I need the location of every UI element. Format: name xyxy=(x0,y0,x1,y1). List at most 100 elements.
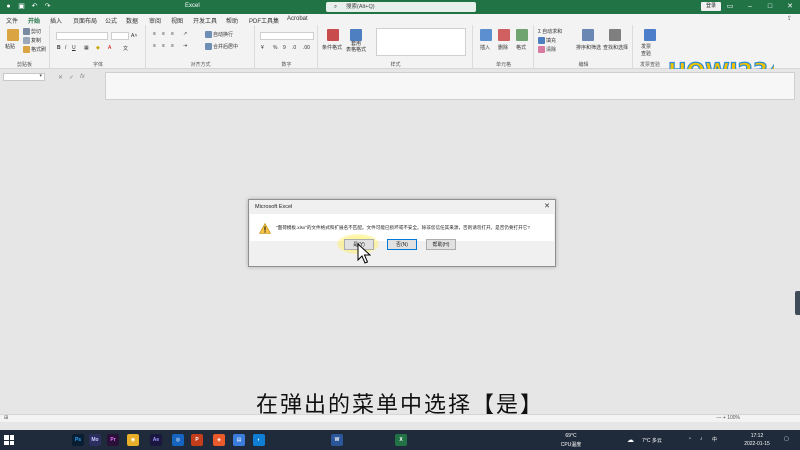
clock-date[interactable]: 2022-01-15 xyxy=(738,441,776,447)
merge-center-button[interactable]: 合并后居中 xyxy=(205,43,238,50)
italic-icon[interactable]: I xyxy=(65,45,66,51)
notification-icon[interactable]: ▢ xyxy=(784,436,789,442)
network-icon[interactable]: ◔ xyxy=(688,436,691,442)
tab-insert[interactable]: 插入 xyxy=(50,16,62,25)
taskbar-app-icon[interactable]: Mo xyxy=(89,434,101,446)
taskbar-app-icon[interactable]: Ae xyxy=(150,434,162,446)
invoice-label-1[interactable]: 发票 xyxy=(641,43,651,50)
font-name-select[interactable] xyxy=(56,32,108,40)
taskbar-app-icon[interactable]: Ps xyxy=(72,434,84,446)
font-size-select[interactable] xyxy=(111,32,129,40)
tab-acrobat[interactable]: Acrobat xyxy=(287,16,308,22)
format-cells-icon[interactable] xyxy=(516,29,528,41)
tab-view[interactable]: 视图 xyxy=(171,16,183,25)
taskbar-app-icon[interactable]: W xyxy=(331,434,343,446)
fill-color-icon[interactable]: ◆ xyxy=(96,45,100,51)
format-as-table-label-2[interactable]: 表格格式 xyxy=(346,46,366,53)
ribbon-display-icon[interactable]: ▭ xyxy=(720,0,740,14)
align-bottom-icon[interactable]: ≡ xyxy=(171,31,174,37)
conditional-format-button[interactable]: 条件格式 xyxy=(322,44,342,51)
taskbar-app-icon[interactable]: ◎ xyxy=(172,434,184,446)
phonetic-icon[interactable]: 文 xyxy=(123,45,128,52)
invoice-check-icon[interactable] xyxy=(644,29,656,41)
undo-icon[interactable]: ↶ xyxy=(30,2,39,11)
find-select-icon[interactable] xyxy=(609,29,621,41)
tab-developer[interactable]: 开发工具 xyxy=(193,16,217,25)
help-button[interactable]: 帮助(H) xyxy=(426,239,456,250)
align-middle-icon[interactable]: ≡ xyxy=(162,31,165,37)
insert-cells-icon[interactable] xyxy=(480,29,492,41)
conditional-format-icon[interactable] xyxy=(327,29,339,41)
autosum-button[interactable]: Σ 自动求和 xyxy=(538,28,562,36)
find-select-button[interactable]: 查找和选择 xyxy=(603,44,628,51)
bold-icon[interactable]: B xyxy=(57,45,61,51)
border-icon[interactable]: ▦ xyxy=(84,45,89,51)
formula-input[interactable] xyxy=(105,72,795,100)
tab-pdf-tools[interactable]: PDF工具集 xyxy=(249,16,279,25)
dialog-close-icon[interactable]: ✕ xyxy=(544,202,550,210)
orientation-icon[interactable]: ↗ xyxy=(183,31,187,37)
fx-icon[interactable]: fx xyxy=(80,74,85,80)
maximize-button[interactable]: □ xyxy=(760,0,780,14)
increase-font-icon[interactable]: A˄ xyxy=(131,33,137,39)
delete-cells-button[interactable]: 删除 xyxy=(498,44,508,51)
sort-filter-button[interactable]: 排序和筛选 xyxy=(576,44,601,51)
taskbar-app-icon[interactable]: ◈ xyxy=(213,434,225,446)
taskbar-app-icon[interactable]: ▤ xyxy=(233,434,245,446)
volume-icon[interactable]: ♪ xyxy=(700,436,703,442)
signin-button[interactable]: 登录 xyxy=(701,2,721,11)
increase-decimal-icon[interactable]: .0 xyxy=(292,45,296,51)
taskbar-app-icon[interactable]: ◉ xyxy=(127,434,139,446)
enter-icon[interactable]: ✓ xyxy=(69,74,74,81)
tab-formulas[interactable]: 公式 xyxy=(105,16,117,25)
align-top-icon[interactable]: ≡ xyxy=(153,31,156,37)
side-panel-tab[interactable] xyxy=(795,291,800,315)
format-painter-button[interactable]: 格式刷 xyxy=(23,46,46,53)
taskbar-app-icon[interactable]: X xyxy=(395,434,407,446)
weather-text[interactable]: 7°C 多云 xyxy=(638,437,666,444)
indent-icon[interactable]: ⇥ xyxy=(183,43,187,49)
currency-icon[interactable]: ¥ xyxy=(261,45,264,51)
tab-file[interactable]: 文件 xyxy=(6,16,18,25)
cloud-icon[interactable]: ☁ xyxy=(627,436,634,444)
tab-page-layout[interactable]: 页面布局 xyxy=(73,16,97,25)
cell-styles-gallery[interactable] xyxy=(376,28,466,56)
share-icon[interactable]: ⇪ xyxy=(787,15,792,22)
no-button[interactable]: 否(N) xyxy=(387,239,417,250)
clock-time[interactable]: 17:12 xyxy=(742,433,772,439)
underline-icon[interactable]: U xyxy=(72,45,76,51)
tab-review[interactable]: 审阅 xyxy=(149,16,161,25)
language-icon[interactable]: 中 xyxy=(712,436,717,443)
wrap-text-button[interactable]: 自动换行 xyxy=(205,31,233,38)
fill-button[interactable]: 填充 xyxy=(538,37,556,44)
status-left[interactable]: ⊞ xyxy=(4,415,8,421)
taskbar-app-icon[interactable]: Pr xyxy=(107,434,119,446)
invoice-label-2[interactable]: 查验 xyxy=(641,50,651,57)
font-color-icon[interactable]: A xyxy=(108,45,111,51)
redo-icon[interactable]: ↷ xyxy=(43,2,52,11)
decrease-decimal-icon[interactable]: .00 xyxy=(303,45,310,51)
format-cells-button[interactable]: 格式 xyxy=(516,44,526,51)
save-icon[interactable]: ▣ xyxy=(17,2,26,11)
sort-filter-icon[interactable] xyxy=(582,29,594,41)
tab-help[interactable]: 帮助 xyxy=(226,16,238,25)
zoom-control[interactable]: — + 100% xyxy=(717,415,741,421)
autosave-icon[interactable]: ● xyxy=(4,2,13,11)
taskbar-app-icon[interactable]: P xyxy=(191,434,203,446)
taskbar-app-icon[interactable]: ◐ xyxy=(253,434,265,446)
windows-start-icon[interactable] xyxy=(4,435,14,445)
cut-button[interactable]: 剪切 xyxy=(23,28,41,35)
delete-cells-icon[interactable] xyxy=(498,29,510,41)
minimize-button[interactable]: – xyxy=(740,0,760,14)
align-left-icon[interactable]: ≡ xyxy=(153,43,156,49)
search-box[interactable]: ⌕ 搜索(Alt+Q) xyxy=(326,2,476,12)
clear-button[interactable]: 清除 xyxy=(538,46,556,53)
insert-cells-button[interactable]: 插入 xyxy=(480,44,490,51)
name-box[interactable]: ▾ xyxy=(3,73,45,81)
copy-button[interactable]: 复制 xyxy=(23,37,41,44)
close-button[interactable]: ✕ xyxy=(780,0,800,14)
number-format-select[interactable] xyxy=(260,32,314,40)
cancel-icon[interactable]: ✕ xyxy=(58,74,63,81)
paste-icon[interactable] xyxy=(7,29,19,41)
paste-button[interactable]: 粘贴 xyxy=(5,43,15,50)
